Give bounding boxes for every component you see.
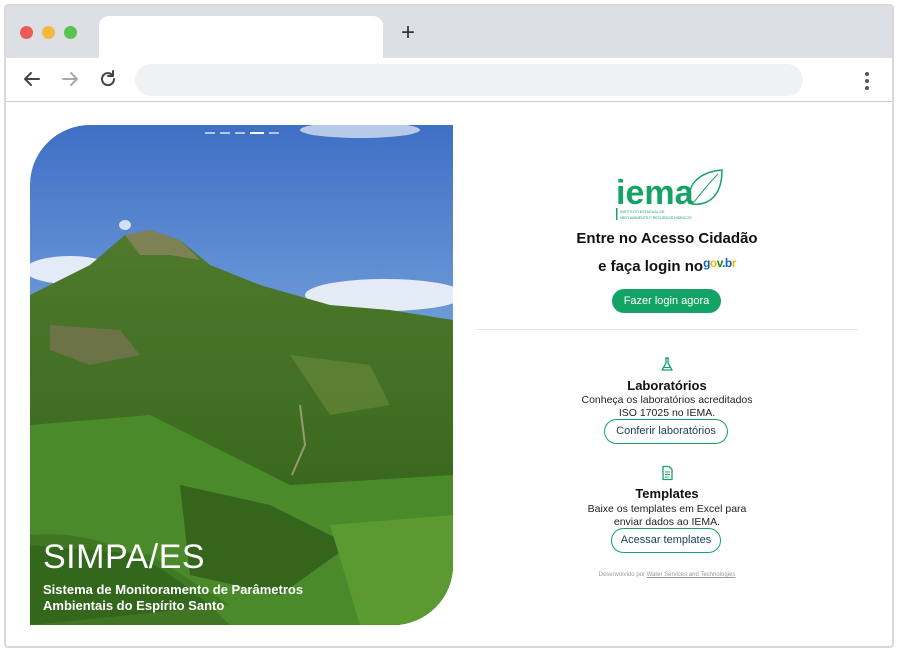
govbr-logo: gov.br <box>703 256 736 270</box>
labs-title: Laboratórios <box>627 378 707 393</box>
page-content: SIMPA/ES Sistema de Monitoramento de Par… <box>6 103 892 646</box>
close-window-button[interactable] <box>20 26 33 39</box>
browser-window: + SIMPA/ES Sistema de Monitoramento de P… <box>4 4 894 648</box>
tab-bar: + <box>6 6 892 60</box>
carousel-indicators <box>205 132 279 134</box>
login-button[interactable]: Fazer login agora <box>612 289 721 313</box>
labs-button[interactable]: Conferir laboratórios <box>604 419 728 444</box>
templates-title: Templates <box>635 486 699 501</box>
carousel-dot[interactable] <box>220 132 230 134</box>
maximize-window-button[interactable] <box>64 26 77 39</box>
carousel-dot[interactable] <box>269 132 279 134</box>
carousel-dot-active[interactable] <box>250 132 264 134</box>
templates-description: Baixe os templates em Excel para enviar … <box>587 503 747 528</box>
hero-subtitle: Sistema de Monitoramento de Parâmetros A… <box>43 582 304 613</box>
svg-text:MEIO AMBIENTE E RECURSOS HÍDRI: MEIO AMBIENTE E RECURSOS HÍDRICOS <box>620 216 692 220</box>
window-controls <box>20 26 77 39</box>
labs-description: Conheça os laboratórios acreditados ISO … <box>581 394 753 419</box>
back-arrow-icon[interactable] <box>21 68 43 90</box>
kebab-menu-icon[interactable] <box>858 70 876 92</box>
footer-prefix: Desenvolvido por <box>598 572 647 578</box>
carousel-dot[interactable] <box>235 132 245 134</box>
login-panel: iema INSTITUTO ESTADUAL DE MEIO AMBIENTE… <box>474 103 860 646</box>
svg-text:INSTITUTO ESTADUAL DE: INSTITUTO ESTADUAL DE <box>620 210 665 214</box>
active-tab[interactable] <box>99 16 383 60</box>
forward-arrow-icon[interactable] <box>59 68 81 90</box>
navigation-bar <box>6 58 892 102</box>
logo-wordmark: iema <box>616 174 695 212</box>
section-divider <box>476 329 858 330</box>
footer-link[interactable]: Water Services and Technologies <box>647 572 736 578</box>
login-heading: Entre no Acesso Cidadão <box>576 230 758 247</box>
hero-banner: SIMPA/ES Sistema de Monitoramento de Par… <box>30 125 453 625</box>
reload-icon[interactable] <box>97 68 119 90</box>
new-tab-button[interactable]: + <box>397 21 419 45</box>
iema-logo: iema INSTITUTO ESTADUAL DE MEIO AMBIENTE… <box>616 169 723 220</box>
flask-icon <box>661 357 673 371</box>
hero-title: SIMPA/ES <box>43 538 206 576</box>
carousel-dot[interactable] <box>205 132 215 134</box>
login-subheading: e faça login nogov.br <box>474 256 860 275</box>
login-subheading-text: e faça login no <box>598 258 704 275</box>
minimize-window-button[interactable] <box>42 26 55 39</box>
templates-button[interactable]: Acessar templates <box>611 528 721 553</box>
address-bar[interactable] <box>135 64 803 96</box>
document-icon <box>662 465 673 481</box>
footer-credit: Desenvolvido por Water Services and Tech… <box>474 572 860 578</box>
